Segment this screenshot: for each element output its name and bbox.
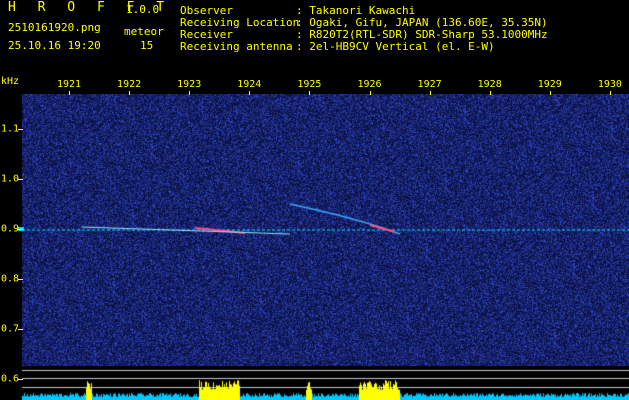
x-tick-label: 1929: [537, 79, 562, 90]
datetime-label: 25.10.16 19:20: [8, 39, 101, 52]
x-tick-mark: [609, 91, 611, 95]
y-axis-unit: kHz: [1, 76, 20, 87]
meteor-label: meteor: [124, 25, 164, 38]
x-tick-label: 1922: [117, 79, 142, 90]
x-tick-label: 1921: [56, 79, 82, 90]
x-tick-label: 1926: [357, 79, 382, 90]
spectrogram: [0, 94, 629, 400]
y-tick-label: 1.0: [1, 173, 20, 185]
x-tick-label: 1925: [297, 79, 322, 90]
antenna-value: : 2el-HB9CV Vertical (el. E-W): [296, 40, 495, 53]
x-tick-mark: [369, 91, 371, 95]
y-tick-label: 0.6: [1, 373, 20, 385]
y-tick-mark: [18, 329, 23, 330]
y-tick-label: 0.7: [1, 323, 20, 335]
y-tick-label: 0.9: [1, 223, 20, 235]
y-tick-mark: [18, 229, 23, 230]
x-tick-label: 1930: [597, 79, 622, 90]
y-tick-mark: [18, 179, 23, 180]
y-tick-label: 0.8: [1, 273, 20, 285]
x-tick-label: 1923: [177, 79, 202, 90]
x-tick-mark: [129, 91, 131, 95]
antenna-label: Receiving antenna: [180, 40, 293, 53]
x-tick-mark: [489, 91, 491, 95]
app-version: 1.0.0: [126, 3, 160, 16]
y-tick-label: 1.1: [1, 123, 20, 135]
x-tick-mark: [249, 91, 251, 95]
meteor-count: 15: [140, 39, 154, 52]
header-panel: H R O F F T 1.0.0 2510161920.png meteor …: [0, 0, 629, 74]
x-tick-mark: [189, 91, 191, 95]
x-tick-mark: [309, 91, 311, 95]
x-tick-label: 1924: [237, 79, 262, 90]
x-tick-mark: [69, 91, 70, 95]
x-tick-mark: [549, 91, 551, 95]
x-tick-label: 1928: [477, 79, 502, 90]
filename-label: 2510161920.png: [8, 21, 101, 34]
x-tick-label: 1927: [417, 79, 442, 90]
y-tick-mark: [18, 279, 23, 280]
x-tick-mark: [429, 91, 431, 95]
y-tick-mark: [18, 379, 23, 380]
y-tick-mark: [18, 129, 23, 130]
